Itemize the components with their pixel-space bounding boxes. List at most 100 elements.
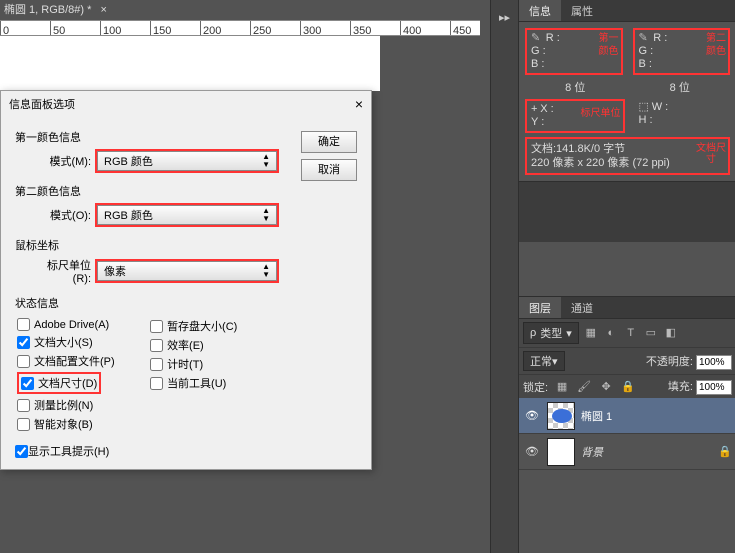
filter-pixel-icon[interactable]: ▦ [583,325,599,341]
dropdown-arrows-icon: ▲▼ [262,263,270,279]
annotation-second-color: 第二 颜色 [706,32,726,58]
eyedropper-icon: ✎ [531,32,543,44]
ruler-tick: 300 [300,21,321,36]
check-current-tool[interactable] [150,377,163,390]
check-scale[interactable] [17,399,30,412]
visibility-icon[interactable]: 👁 [523,445,541,458]
dialog-title-text: 信息面板选项 [9,96,75,112]
doc-dimensions-readout: 文档:141.8K/0 字节 220 像素 x 220 像素 (72 ppi) … [525,137,730,175]
horizontal-ruler: 0 50 100 150 200 250 300 350 400 450 [0,20,480,36]
filter-smart-icon[interactable]: ◧ [663,325,679,341]
info-panel-options-dialog: 信息面板选项 × 确定 取消 第一颜色信息 模式(M): RGB 颜色 ▲▼ 第… [0,90,372,470]
ruler-tick: 100 [100,21,121,36]
dialog-titlebar[interactable]: 信息面板选项 × [1,91,371,117]
filter-adjust-icon[interactable]: ◐ [603,325,619,341]
check-show-tooltips[interactable] [15,445,28,458]
check-label: 文档尺寸(D) [38,375,97,391]
opacity-label: 不透明度: [646,356,693,368]
layer-item[interactable]: 👁 椭圆 1 [519,398,735,434]
check-label: 当前工具(U) [167,375,226,391]
lock-transparent-icon[interactable]: ▦ [554,379,570,395]
layers-panel: 图层 通道 ρ 类型 ▾ ▦ ◐ T ▭ ◧ 正常 ▾ 不透明度: 锁定: ▦ … [519,296,735,470]
tab-info[interactable]: 信息 [519,0,561,21]
dropdown-arrows-icon: ▲▼ [262,153,270,169]
blend-mode-dropdown[interactable]: 正常 ▾ [523,351,565,371]
close-icon[interactable]: × [100,4,106,16]
check-label: 效率(E) [167,337,204,353]
ruler-tick: 350 [350,21,371,36]
check-smart-objects[interactable] [17,418,30,431]
info-panel-tabs: 信息 属性 [519,0,735,22]
dropdown-value: RGB 颜色 [104,153,153,169]
ruler-tick: 50 [50,21,65,36]
collapse-icon[interactable]: ▸▸ [495,8,515,28]
document-tab-title[interactable]: 椭圆 1, RGB/8#) * [4,4,91,16]
check-efficiency[interactable] [150,339,163,352]
cancel-button[interactable]: 取消 [301,159,357,181]
check-label: 文档大小(S) [34,334,93,350]
fill-input[interactable] [696,380,732,395]
lock-position-icon[interactable]: ✥ [598,379,614,395]
layer-filter-kind-dropdown[interactable]: ρ 类型 ▾ [523,322,579,344]
fill-label: 填充: [668,381,693,393]
layer-name[interactable]: 背景 [581,444,718,460]
check-adobe-drive[interactable] [17,318,30,331]
bit-depth: 8 位 [565,79,585,95]
bit-depth: 8 位 [670,79,690,95]
xy-readout: + X : Y : 标尺单位 [525,99,625,133]
dropdown-value: RGB 颜色 [104,207,153,223]
check-timing[interactable] [150,358,163,371]
group-mouse-coords: 鼠标坐标 [15,237,361,253]
panel-strip: ▸▸ [491,0,519,553]
ruler-tick: 250 [250,21,271,36]
ok-button[interactable]: 确定 [301,131,357,153]
visibility-icon[interactable]: 👁 [523,409,541,422]
tab-channels[interactable]: 通道 [561,297,603,318]
check-label: 计时(T) [167,356,203,372]
dropdown-value: 正常 [530,353,552,369]
ruler-tick: 450 [450,21,471,36]
lock-pixels-icon[interactable]: 🖌 [576,379,592,395]
first-color-mode-dropdown[interactable]: RGB 颜色 ▲▼ [97,151,277,171]
group-second-color: 第二颜色信息 [15,183,361,199]
close-icon[interactable]: × [355,96,363,112]
dropdown-arrows-icon: ▲▼ [262,207,270,223]
canvas-document[interactable] [0,36,380,91]
check-label: Adobe Drive(A) [34,319,109,331]
annotation-doc-dim: 文档尺 寸 [696,143,726,165]
check-doc-size[interactable] [17,336,30,349]
document-tab-bar: 椭圆 1, RGB/8#) * × [0,0,480,20]
ruler-unit-label: 标尺单位(R): [31,257,95,285]
tab-layers[interactable]: 图层 [519,297,561,318]
ruler-tick: 400 [400,21,421,36]
ruler-unit-dropdown[interactable]: 像素 ▲▼ [97,261,277,281]
wh-readout: ⬚ W : H : [635,99,731,133]
dimensions-icon: ⬚ [639,101,649,113]
mode-label: 模式(M): [31,153,95,169]
layer-thumbnail[interactable] [547,402,575,430]
check-doc-profile[interactable] [17,355,30,368]
ruler-tick: 0 [0,21,9,36]
first-color-readout: ✎ R : G : B : 第一 颜色 [525,28,623,75]
annotation-first-color: 第一 颜色 [599,32,619,58]
filter-shape-icon[interactable]: ▭ [643,325,659,341]
lock-all-icon[interactable]: 🔒 [620,379,636,395]
opacity-input[interactable] [696,355,732,370]
layer-thumbnail[interactable] [547,438,575,466]
tab-properties[interactable]: 属性 [561,0,603,21]
info-panel: ✎ R : G : B : 第一 颜色 ✎ R : G : B : 第二 颜色 … [519,22,735,182]
ruler-tick: 200 [200,21,221,36]
eyedropper-icon: ✎ [639,32,651,44]
check-label: 显示工具提示(H) [28,443,109,459]
layer-name[interactable]: 椭圆 1 [581,408,732,424]
check-scratch[interactable] [150,320,163,333]
second-color-mode-dropdown[interactable]: RGB 颜色 ▲▼ [97,205,277,225]
filter-type-icon[interactable]: T [623,325,639,341]
layer-item[interactable]: 👁 背景 🔒 [519,434,735,470]
crosshair-icon: + [531,103,537,115]
lock-icon: 🔒 [718,445,732,458]
dropdown-value: 类型 [540,325,562,341]
ruler-tick: 150 [150,21,171,36]
check-label: 暂存盘大小(C) [167,318,237,334]
check-doc-dimensions[interactable] [21,377,34,390]
